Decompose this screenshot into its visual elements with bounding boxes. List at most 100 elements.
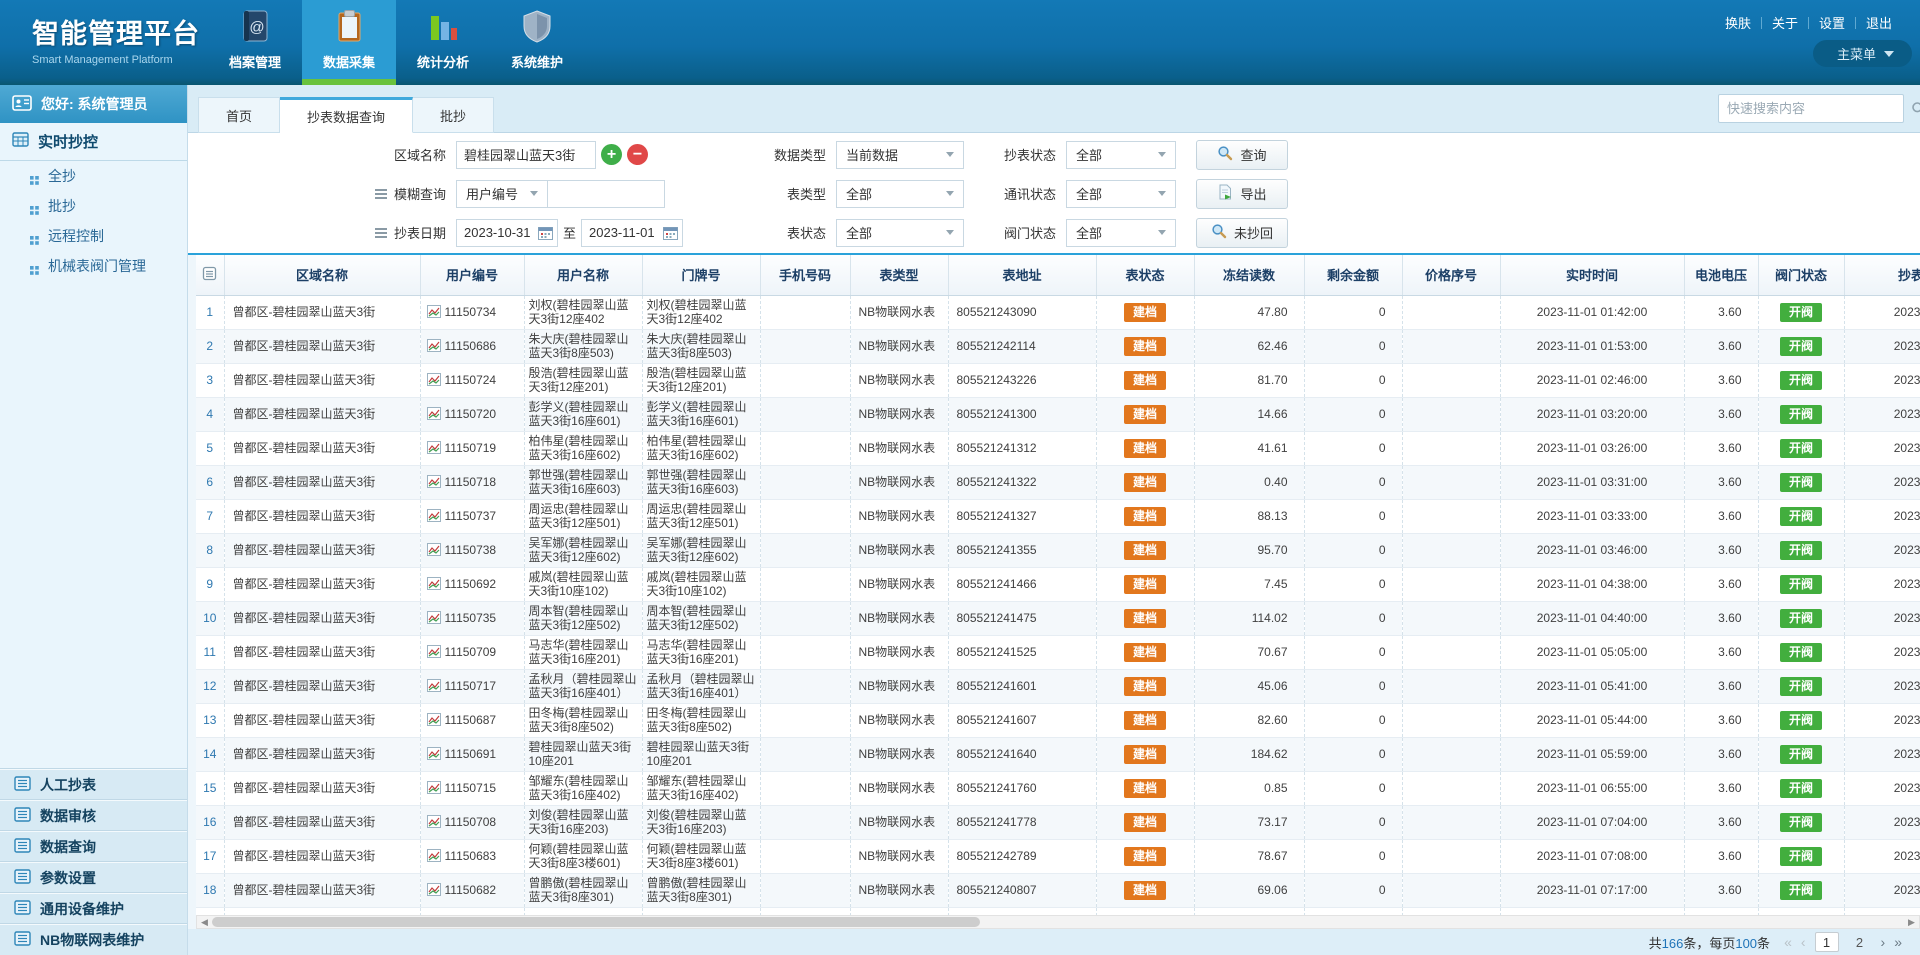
- calendar-icon[interactable]: [663, 226, 678, 243]
- user-no-cell: 11150687: [420, 703, 524, 737]
- first-page-button[interactable]: «: [1784, 934, 1792, 950]
- valve-status-select[interactable]: 全部: [1066, 219, 1176, 247]
- meter-type-select[interactable]: 全部: [836, 180, 964, 208]
- table-row[interactable]: 16 曾都区-碧桂园翠山蓝天3街 11150708 刘俊(碧桂园翠山蓝天3街16…: [196, 805, 1920, 839]
- table-row[interactable]: 4 曾都区-碧桂园翠山蓝天3街 11150720 彭学义(碧桂园翠山蓝天3街16…: [196, 397, 1920, 431]
- skin-link[interactable]: 换肤: [1715, 13, 1761, 32]
- table-row[interactable]: 14 曾都区-碧桂园翠山蓝天3街 11150691 碧桂园翠山蓝天3街10座20…: [196, 737, 1920, 771]
- chart-link-icon[interactable]: [427, 849, 441, 862]
- sidebar-item[interactable]: 远程控制: [0, 221, 187, 251]
- chart-link-icon[interactable]: [427, 747, 441, 760]
- prev-page-button[interactable]: ‹: [1801, 934, 1806, 950]
- realtime-cell: 2023-11-01 07:08:00: [1500, 839, 1684, 873]
- chart-link-icon[interactable]: [427, 883, 441, 896]
- chart-link-icon[interactable]: [427, 679, 441, 692]
- table-row[interactable]: 6 曾都区-碧桂园翠山蓝天3街 11150718 郭世强(碧桂园翠山蓝天3街16…: [196, 465, 1920, 499]
- fuzzy-query-input[interactable]: [547, 180, 665, 208]
- tab-home[interactable]: 首页: [198, 97, 280, 133]
- sidebar-accordion-item[interactable]: NB物联网表维护: [0, 924, 187, 955]
- calendar-icon[interactable]: [538, 226, 553, 243]
- sidebar-accordion-item[interactable]: 参数设置: [0, 862, 187, 893]
- user-name-cell: 马志华(碧桂园翠山蓝天3街16座201): [524, 635, 642, 669]
- table-row[interactable]: 15 曾都区-碧桂园翠山蓝天3街 11150715 邹耀东(碧桂园翠山蓝天3街1…: [196, 771, 1920, 805]
- table-row[interactable]: 12 曾都区-碧桂园翠山蓝天3街 11150717 孟秋月（碧桂园翠山蓝天3街1…: [196, 669, 1920, 703]
- chart-link-icon[interactable]: [427, 373, 441, 386]
- sidebar-accordion-item[interactable]: 通用设备维护: [0, 893, 187, 924]
- sidebar-item[interactable]: 全抄: [0, 161, 187, 191]
- nav-item-archive[interactable]: @ 档案管理: [208, 0, 302, 85]
- chart-link-icon[interactable]: [427, 781, 441, 794]
- column-header: 手机号码: [760, 255, 850, 295]
- chart-link-icon[interactable]: [427, 611, 441, 624]
- remove-area-button[interactable]: −: [627, 144, 648, 165]
- fuzzy-field-select[interactable]: 用户编号: [456, 180, 548, 208]
- sidebar-accordion-item[interactable]: 人工抄表: [0, 769, 187, 800]
- main-menu-button[interactable]: 主菜单: [1813, 40, 1912, 67]
- table-row[interactable]: 7 曾都区-碧桂园翠山蓝天3街 11150737 周运忠(碧桂园翠山蓝天3街12…: [196, 499, 1920, 533]
- tab-meter-data-query[interactable]: 抄表数据查询: [280, 97, 413, 133]
- scroll-left-arrow-icon[interactable]: ◀: [197, 916, 212, 928]
- logout-link[interactable]: 退出: [1856, 13, 1902, 32]
- date-to-input[interactable]: 2023-11-01: [581, 219, 683, 247]
- table-row[interactable]: 3 曾都区-碧桂园翠山蓝天3街 11150724 殷浩(碧桂园翠山蓝天3街12座…: [196, 363, 1920, 397]
- table-row[interactable]: 9 曾都区-碧桂园翠山蓝天3街 11150692 戚岚(碧桂园翠山蓝天3街10座…: [196, 567, 1920, 601]
- chart-link-icon[interactable]: [427, 305, 441, 318]
- nav-item-maintenance[interactable]: 系统维护: [490, 0, 584, 85]
- export-button[interactable]: 导出: [1196, 179, 1288, 209]
- table-row[interactable]: 2 曾都区-碧桂园翠山蓝天3街 11150686 朱大庆(碧桂园翠山蓝天3街8座…: [196, 329, 1920, 363]
- tab-batch-read[interactable]: 批抄: [413, 97, 494, 133]
- sidebar-item[interactable]: 机械表阀门管理: [0, 251, 187, 281]
- table-row[interactable]: 10 曾都区-碧桂园翠山蓝天3街 11150735 周本智(碧桂园翠山蓝天3街1…: [196, 601, 1920, 635]
- data-type-select[interactable]: 当前数据: [836, 141, 964, 169]
- sidebar-accordion-item[interactable]: 数据审核: [0, 800, 187, 831]
- realtime-cell: 2023-11-01 06:55:00: [1500, 771, 1684, 805]
- tab-label: 首页: [226, 106, 252, 125]
- scroll-right-arrow-icon[interactable]: ▶: [1904, 916, 1919, 928]
- chart-link-icon[interactable]: [427, 645, 441, 658]
- chart-link-icon[interactable]: [427, 441, 441, 454]
- page-2-button[interactable]: 2: [1848, 932, 1872, 952]
- meter-status-select[interactable]: 全部: [836, 219, 964, 247]
- sidebar-accordion-item[interactable]: 数据查询: [0, 831, 187, 862]
- sidebar-item[interactable]: 批抄: [0, 191, 187, 221]
- page-1-button[interactable]: 1: [1815, 932, 1839, 952]
- chart-link-icon[interactable]: [427, 815, 441, 828]
- table-row[interactable]: 8 曾都区-碧桂园翠山蓝天3街 11150738 吴军娜(碧桂园翠山蓝天3街12…: [196, 533, 1920, 567]
- chart-link-icon[interactable]: [427, 543, 441, 556]
- chart-link-icon[interactable]: [427, 509, 441, 522]
- scrollbar-track[interactable]: ◀ ▶: [196, 915, 1920, 929]
- last-page-button[interactable]: »: [1894, 934, 1902, 950]
- nav-item-statistics[interactable]: 统计分析: [396, 0, 490, 85]
- table-row[interactable]: 1 曾都区-碧桂园翠山蓝天3街 11150734 刘权(碧桂园翠山蓝天3街12座…: [196, 295, 1920, 329]
- not-read-back-button[interactable]: 未抄回: [1196, 218, 1288, 248]
- table-row[interactable]: 11 曾都区-碧桂园翠山蓝天3街 11150709 马志华(碧桂园翠山蓝天3街1…: [196, 635, 1920, 669]
- quick-search-input[interactable]: [1719, 101, 1911, 116]
- about-link[interactable]: 关于: [1762, 13, 1808, 32]
- meter-status-cell: 建档: [1096, 635, 1194, 669]
- read-status-select[interactable]: 全部: [1066, 141, 1176, 169]
- nav-item-data-collect[interactable]: 数据采集: [302, 0, 396, 85]
- select-all-header[interactable]: [196, 255, 224, 295]
- settings-link[interactable]: 设置: [1809, 13, 1855, 32]
- chart-link-icon[interactable]: [427, 713, 441, 726]
- chart-link-icon[interactable]: [427, 407, 441, 420]
- table-row[interactable]: 19 曾都区-碧桂园翠山蓝天3街 王俊(碧桂园翠山蓝 王俊(碧桂园翠山蓝: [196, 907, 1920, 915]
- date-from-input[interactable]: 2023-10-31: [456, 219, 558, 247]
- chart-link-icon[interactable]: [427, 577, 441, 590]
- query-button[interactable]: 查询: [1196, 140, 1288, 170]
- comm-status-select[interactable]: 全部: [1066, 180, 1176, 208]
- table-row[interactable]: 18 曾都区-碧桂园翠山蓝天3街 11150682 曾鹏傲(碧桂园翠山蓝天3街8…: [196, 873, 1920, 907]
- table-row[interactable]: 13 曾都区-碧桂园翠山蓝天3街 11150687 田冬梅(碧桂园翠山蓝天3街8…: [196, 703, 1920, 737]
- add-area-button[interactable]: +: [601, 144, 622, 165]
- area-name-input[interactable]: 碧桂园翠山蓝天3街: [456, 141, 596, 169]
- sidebar-accordion-label: 数据查询: [40, 837, 96, 857]
- next-page-button[interactable]: ›: [1881, 934, 1886, 950]
- chart-link-icon[interactable]: [427, 475, 441, 488]
- chart-link-icon[interactable]: [427, 339, 441, 352]
- search-icon[interactable]: [1911, 101, 1920, 116]
- scrollbar-thumb[interactable]: [212, 917, 980, 927]
- battery-voltage-cell: 3.60: [1684, 839, 1758, 873]
- table-row[interactable]: 5 曾都区-碧桂园翠山蓝天3街 11150719 柏伟星(碧桂园翠山蓝天3街16…: [196, 431, 1920, 465]
- sidebar-section-realtime-reading[interactable]: 实时抄控: [0, 123, 187, 161]
- table-row[interactable]: 17 曾都区-碧桂园翠山蓝天3街 11150683 何颖(碧桂园翠山蓝天3街8座…: [196, 839, 1920, 873]
